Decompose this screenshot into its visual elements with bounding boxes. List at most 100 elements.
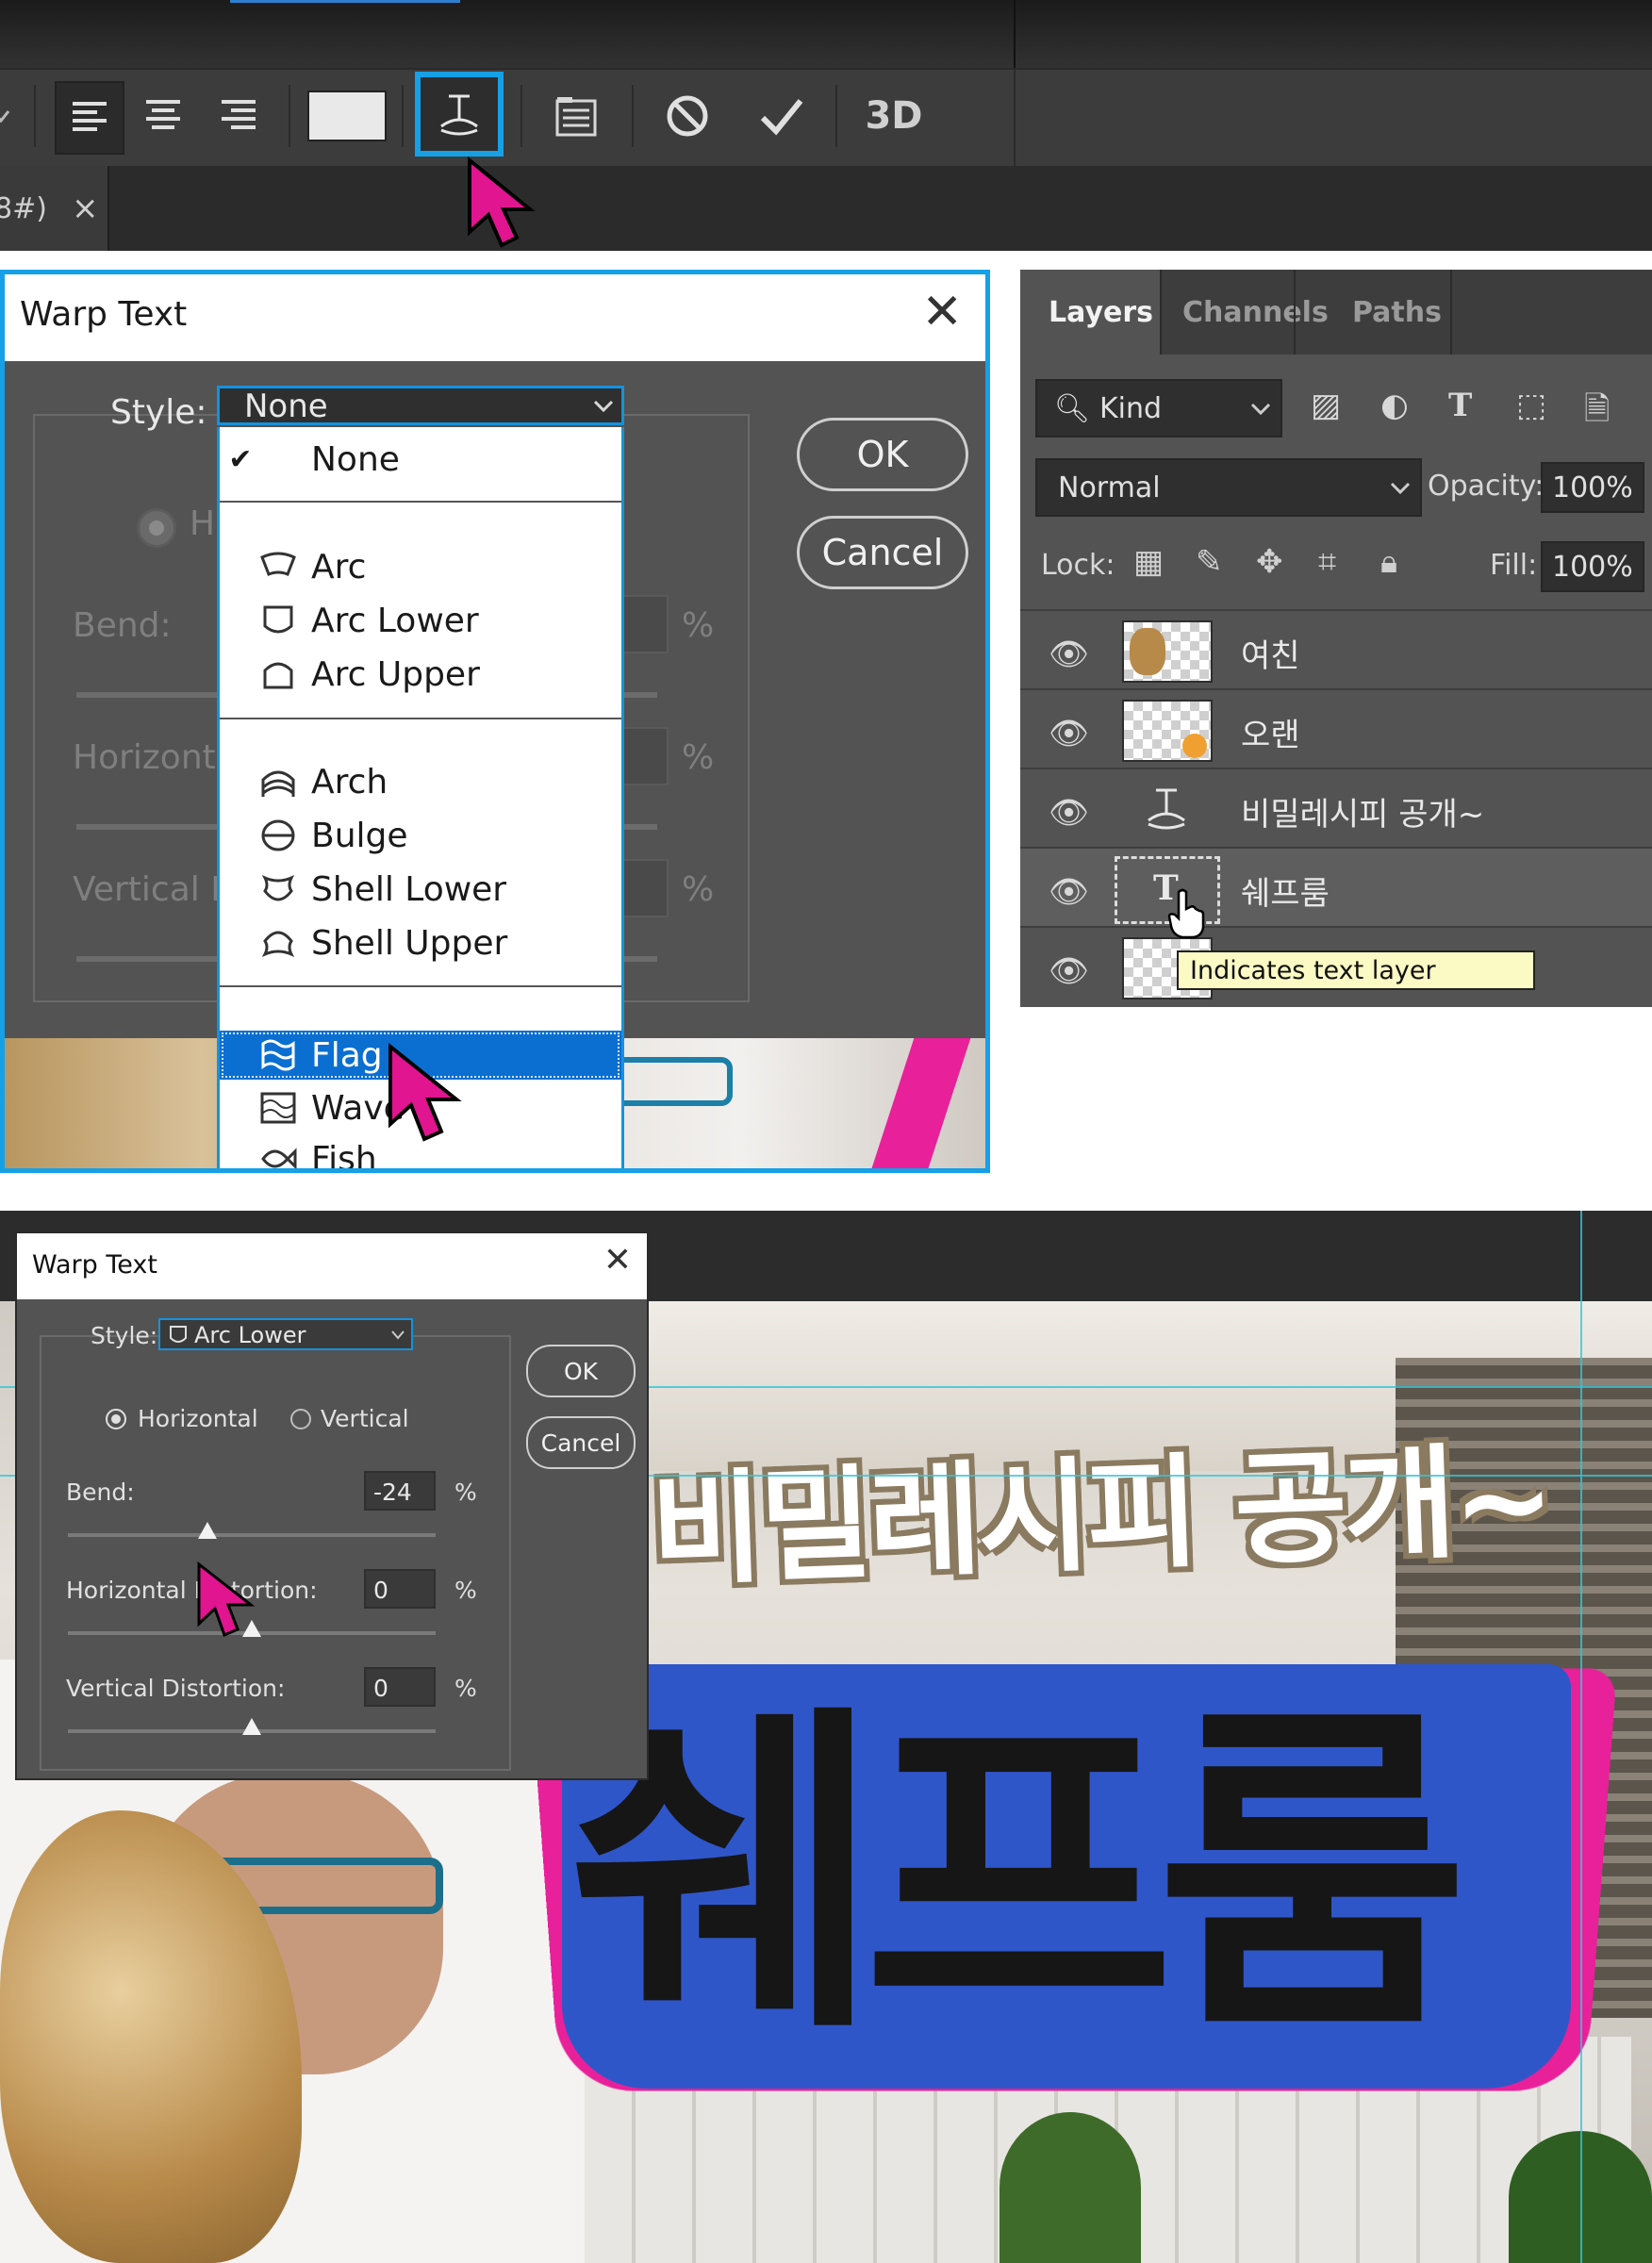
lock-all-icon[interactable]: 🔒︎: [1380, 543, 1397, 581]
filter-kind-label: Kind: [1099, 392, 1163, 425]
dropdown-item-none[interactable]: ✔ None: [220, 435, 621, 484]
dropdown-item-bulge[interactable]: Bulge: [220, 811, 621, 860]
active-tab-indicator: [230, 0, 460, 3]
character-panel-button[interactable]: [543, 81, 609, 151]
layers-panel: Layers Channels Paths 🔍︎ Kind ▨ ◐ T ⬚ 🗎︎…: [1020, 270, 1652, 1007]
vertical-distortion-slider-thumb[interactable]: [242, 1718, 261, 1735]
dropdown-item-arc-upper[interactable]: Arc Upper: [220, 650, 621, 699]
vertical-distortion-field[interactable]: 0: [364, 1667, 436, 1707]
horizontal-distortion-field[interactable]: 0: [364, 1569, 436, 1609]
warp-text-icon: [440, 94, 478, 136]
layer-thumbnail: [1122, 700, 1213, 762]
image-filter-icon[interactable]: ▨: [1311, 387, 1341, 424]
vertical-distortion-field[interactable]: [621, 859, 669, 917]
tab-layers[interactable]: Layers: [1049, 296, 1153, 329]
shell-lower-icon: [259, 870, 297, 908]
style-dropdown-value: Arc Lower: [194, 1322, 306, 1348]
dropdown-item-arc[interactable]: Arc: [220, 542, 621, 591]
bend-field[interactable]: -24: [364, 1471, 436, 1511]
vertical-pct: %: [682, 870, 715, 909]
lock-brush-icon[interactable]: ✎: [1196, 543, 1223, 581]
bend-pct: %: [454, 1478, 477, 1506]
filter-icons: ▨ ◐ T ⬚ 🗎︎: [1311, 387, 1631, 432]
tab-channels[interactable]: Channels: [1182, 296, 1329, 329]
align-right-button[interactable]: [206, 81, 272, 151]
create-3d-button[interactable]: 3D: [854, 81, 933, 151]
bend-label: Bend:: [73, 606, 172, 645]
style-group: [40, 1335, 511, 1771]
align-left-button[interactable]: [55, 81, 124, 155]
horizontal-radio-label: Horizontal: [138, 1405, 258, 1432]
checkmark-icon: [760, 99, 803, 136]
gap: [0, 251, 1652, 270]
horizontal-pct: %: [454, 1577, 477, 1604]
dialog-title: Warp Text: [32, 1250, 157, 1280]
visibility-eye-icon[interactable]: 👁︎: [1049, 794, 1089, 832]
visibility-eye-icon[interactable]: 👁︎: [1049, 715, 1089, 752]
lock-artboard-icon[interactable]: ⌗: [1318, 543, 1336, 581]
hand-cursor-icon: [1167, 888, 1205, 939]
dropdown-item-arch[interactable]: Arch: [220, 757, 621, 806]
truncated-dropdown-icon[interactable]: [0, 81, 11, 151]
bend-field[interactable]: [621, 595, 669, 653]
visibility-eye-icon[interactable]: 👁︎: [1049, 952, 1089, 990]
horizontal-radio[interactable]: [137, 508, 176, 548]
bend-slider-track[interactable]: [68, 1533, 436, 1537]
dropdown-item-shell-lower[interactable]: Shell Lower: [220, 865, 621, 914]
arc-upper-icon: [259, 655, 297, 693]
bulge-icon: [259, 817, 297, 854]
smart-object-filter-icon[interactable]: 🗎︎: [1584, 387, 1610, 440]
horizontal-distortion-field[interactable]: [621, 727, 669, 785]
options-bar-region: 3D 8#) ×: [0, 0, 1652, 270]
adjustment-filter-icon[interactable]: ◐: [1380, 387, 1409, 424]
ok-button[interactable]: OK: [797, 418, 968, 491]
cancel-button[interactable]: Cancel: [526, 1416, 636, 1469]
dropdown-item-shell-upper[interactable]: Shell Upper: [220, 918, 621, 967]
horizontal-radio[interactable]: [106, 1409, 126, 1429]
bend-slider-thumb[interactable]: [198, 1522, 218, 1539]
warp-text-button[interactable]: [415, 72, 504, 157]
shape-filter-icon[interactable]: ⬚: [1516, 387, 1546, 424]
layer-row[interactable]: 👁︎ 여친: [1020, 609, 1652, 688]
commit-edits-button[interactable]: [749, 81, 815, 151]
dialog-title-bar: Warp Text ✕: [17, 1233, 647, 1299]
horizontal-pct: %: [682, 738, 715, 777]
dropdown-item-label: Fish: [311, 1139, 377, 1173]
layer-row[interactable]: 👁︎ 오랜: [1020, 688, 1652, 768]
dropdown-item-label: None: [311, 439, 400, 479]
dropdown-item-label: Shell Upper: [311, 923, 508, 963]
style-dropdown[interactable]: None: [217, 386, 624, 425]
vertical-pct: %: [454, 1675, 477, 1702]
lock-move-icon[interactable]: ✥: [1256, 543, 1283, 581]
dropdown-item-label: Shell Lower: [311, 869, 507, 909]
close-icon[interactable]: ✕: [603, 1241, 632, 1280]
style-dropdown[interactable]: Arc Lower: [158, 1318, 413, 1350]
tab-paths[interactable]: Paths: [1352, 296, 1442, 329]
cancel-button[interactable]: Cancel: [797, 516, 968, 589]
document-tab[interactable]: 8#) ×: [0, 166, 109, 251]
opacity-field[interactable]: 100%: [1541, 462, 1644, 513]
fill-field[interactable]: 100%: [1541, 541, 1644, 592]
blend-mode-dropdown[interactable]: Normal: [1035, 458, 1422, 517]
visibility-eye-icon[interactable]: 👁︎: [1049, 636, 1089, 673]
canvas-area: 비밀레시피 공개~ 쉐프룸 Warp Text ✕ Style: Arc Low…: [0, 1211, 1652, 2263]
cancel-edits-button[interactable]: [654, 81, 720, 151]
close-icon[interactable]: ✕: [921, 284, 963, 340]
dropdown-item-arc-lower[interactable]: Arc Lower: [220, 596, 621, 645]
vertical-distortion-label: Vertical D: [73, 870, 237, 909]
vertical-radio[interactable]: [290, 1409, 311, 1429]
filter-kind-dropdown[interactable]: 🔍︎ Kind: [1035, 379, 1282, 438]
warped-text-layer-icon: [1148, 788, 1185, 830]
dropdown-item-label: Arch: [311, 762, 388, 801]
visibility-eye-icon[interactable]: 👁︎: [1049, 873, 1089, 911]
dialog-title: Warp Text: [20, 295, 188, 334]
type-filter-icon[interactable]: T: [1448, 387, 1472, 424]
tab-close-icon[interactable]: ×: [72, 190, 99, 227]
text-color-swatch[interactable]: [307, 81, 387, 151]
lock-transparency-icon[interactable]: ▦: [1133, 543, 1164, 581]
shell-upper-icon: [259, 924, 297, 962]
ok-button[interactable]: OK: [526, 1345, 636, 1397]
align-center-button[interactable]: [130, 81, 196, 151]
layer-row[interactable]: 👁︎ 비밀레시피 공개~: [1020, 768, 1652, 847]
layer-row-selected[interactable]: 👁︎ T 쉐프룸: [1020, 847, 1652, 926]
